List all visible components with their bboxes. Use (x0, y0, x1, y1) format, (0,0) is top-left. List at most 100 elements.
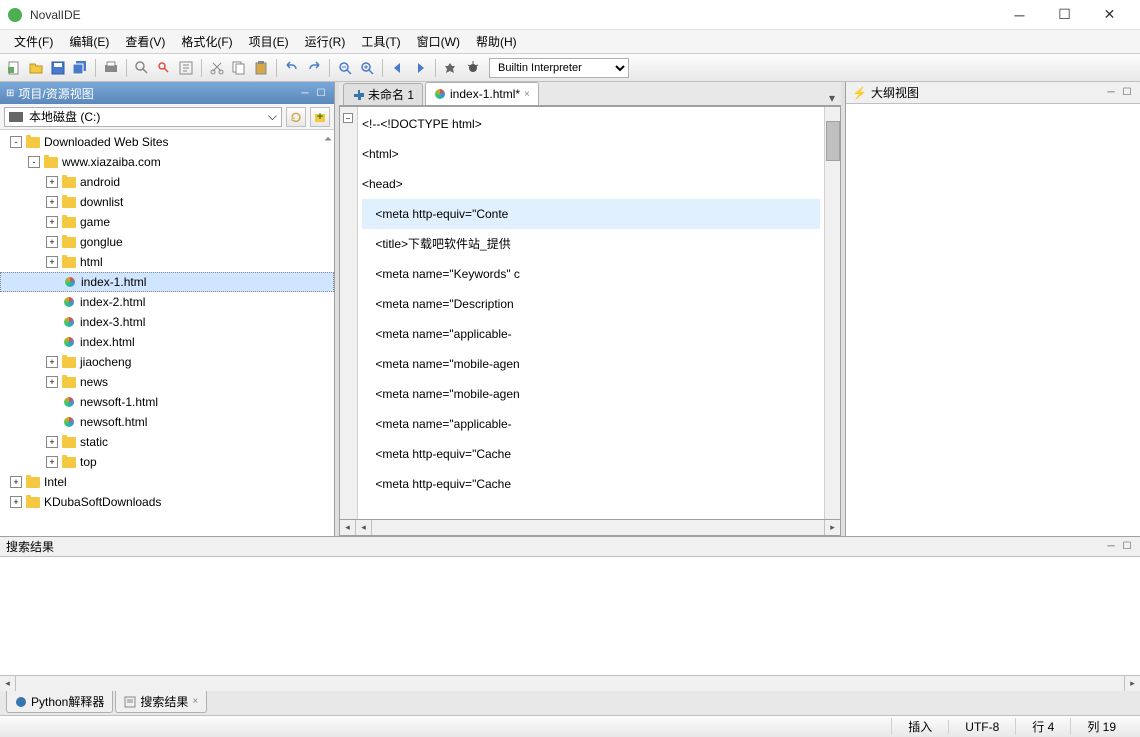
search-minimize-icon[interactable]: ─ (1104, 540, 1118, 554)
tab-close-icon[interactable]: × (524, 89, 530, 100)
search-tab-close-icon[interactable]: × (192, 696, 198, 707)
menu-edit[interactable]: 编辑(E) (61, 31, 117, 52)
tree-toggle-icon[interactable]: + (46, 456, 58, 468)
save-icon[interactable] (48, 58, 68, 78)
add-folder-button[interactable]: + (310, 107, 330, 127)
tree-toggle-icon[interactable]: + (46, 236, 58, 248)
code-line[interactable]: <!--<!DOCTYPE html> (362, 109, 820, 139)
tree-toggle-icon[interactable]: - (10, 136, 22, 148)
tab-search-results[interactable]: 搜索结果 × (115, 691, 207, 713)
tree-item[interactable]: +Intel (0, 472, 334, 492)
tree-item[interactable]: +jiaocheng (0, 352, 334, 372)
menu-help[interactable]: 帮助(H) (468, 31, 525, 52)
vertical-scrollbar[interactable] (824, 107, 840, 519)
nav-back-icon[interactable] (388, 58, 408, 78)
scroll-left-icon[interactable]: ◂ (340, 520, 356, 535)
minimize-button[interactable]: ─ (997, 1, 1042, 29)
outline-minimize-icon[interactable]: ─ (1104, 86, 1118, 100)
tree-toggle-icon[interactable]: + (46, 216, 58, 228)
tree-toggle-icon[interactable]: + (46, 176, 58, 188)
bottom-scrollbar[interactable]: ◂ ▸ (0, 675, 1140, 691)
tree-item[interactable]: -www.xiazaiba.com (0, 152, 334, 172)
tree-item[interactable]: +top (0, 452, 334, 472)
bottom-scroll-left-icon[interactable]: ◂ (0, 676, 16, 691)
bottom-scroll-right-icon[interactable]: ▸ (1124, 676, 1140, 691)
tree-toggle-icon[interactable]: - (28, 156, 40, 168)
find-icon[interactable] (132, 58, 152, 78)
code-line[interactable]: <meta name="mobile-agen (362, 379, 820, 409)
tree-toggle-icon[interactable]: + (10, 476, 22, 488)
tree-item[interactable]: index-1.html (0, 272, 334, 292)
tree-item[interactable]: index-3.html (0, 312, 334, 332)
tree-item[interactable]: +html (0, 252, 334, 272)
debug-icon[interactable] (463, 58, 483, 78)
undo-icon[interactable] (282, 58, 302, 78)
code-line[interactable]: <meta name="mobile-agen (362, 349, 820, 379)
tree-item[interactable]: index-2.html (0, 292, 334, 312)
scroll-right-icon[interactable]: ▸ (824, 520, 840, 535)
tree-item[interactable]: +gonglue (0, 232, 334, 252)
save-all-icon[interactable] (70, 58, 90, 78)
tab-untitled[interactable]: 未命名 1 (343, 83, 423, 105)
outline-maximize-icon[interactable]: ☐ (1120, 86, 1134, 100)
panel-minimize-icon[interactable]: ─ (298, 86, 312, 100)
code-line[interactable]: <meta name="applicable- (362, 319, 820, 349)
maximize-button[interactable]: ☐ (1042, 1, 1087, 29)
tree-item[interactable]: +news (0, 372, 334, 392)
tree-toggle-icon[interactable]: + (46, 356, 58, 368)
code-line[interactable]: <html> (362, 139, 820, 169)
find-in-files-icon[interactable] (154, 58, 174, 78)
menu-format[interactable]: 格式化(F) (173, 31, 240, 52)
print-icon[interactable] (101, 58, 121, 78)
refresh-button[interactable] (286, 107, 306, 127)
zoom-in-icon[interactable] (357, 58, 377, 78)
code-line[interactable]: <meta name="Keywords" c (362, 259, 820, 289)
menu-window[interactable]: 窗口(W) (409, 31, 468, 52)
tree-item[interactable]: -Downloaded Web Sites (0, 132, 334, 152)
tree-item[interactable]: index.html (0, 332, 334, 352)
file-tree[interactable]: ⏶ -Downloaded Web Sites-www.xiazaiba.com… (0, 130, 334, 536)
drive-select[interactable]: 本地磁盘 (C:) ⌵ (4, 107, 282, 127)
tree-toggle-icon[interactable]: + (46, 436, 58, 448)
close-button[interactable]: ✕ (1087, 1, 1132, 29)
code-line[interactable]: <head> (362, 169, 820, 199)
replace-icon[interactable] (176, 58, 196, 78)
gutter[interactable]: − (340, 107, 358, 519)
search-maximize-icon[interactable]: ☐ (1120, 540, 1134, 554)
tabs-dropdown-icon[interactable]: ▾ (823, 91, 841, 105)
tree-toggle-icon[interactable]: + (10, 496, 22, 508)
tree-item[interactable]: +downlist (0, 192, 334, 212)
menu-run[interactable]: 运行(R) (297, 31, 354, 52)
tree-toggle-icon[interactable]: + (46, 196, 58, 208)
fold-icon[interactable]: − (343, 113, 353, 123)
open-file-icon[interactable] (26, 58, 46, 78)
menu-view[interactable]: 查看(V) (117, 31, 173, 52)
tab-index-html[interactable]: index-1.html* × (425, 82, 539, 105)
code-line[interactable]: <meta http-equiv="Cache (362, 439, 820, 469)
menu-project[interactable]: 项目(E) (241, 31, 297, 52)
horizontal-scrollbar[interactable]: ◂ ◂ ▸ (339, 520, 841, 536)
code-line[interactable]: <meta http-equiv="Conte (362, 199, 820, 229)
interpreter-select[interactable]: Builtin Interpreter (489, 58, 629, 78)
nav-forward-icon[interactable] (410, 58, 430, 78)
menu-tools[interactable]: 工具(T) (353, 31, 408, 52)
code-editor[interactable]: <!--<!DOCTYPE html><html><head> <meta ht… (358, 107, 824, 519)
tree-item[interactable]: newsoft-1.html (0, 392, 334, 412)
tree-toggle-icon[interactable]: + (46, 256, 58, 268)
code-line[interactable]: <meta name="applicable- (362, 409, 820, 439)
run-icon[interactable] (441, 58, 461, 78)
code-line[interactable]: <title>下载吧软件站_提供 (362, 229, 820, 259)
tree-item[interactable]: +android (0, 172, 334, 192)
cut-icon[interactable] (207, 58, 227, 78)
redo-icon[interactable] (304, 58, 324, 78)
copy-icon[interactable] (229, 58, 249, 78)
code-line[interactable]: <meta name="Description (362, 289, 820, 319)
menu-file[interactable]: 文件(F) (6, 31, 61, 52)
tree-item[interactable]: newsoft.html (0, 412, 334, 432)
tree-item[interactable]: +KDubaSoftDownloads (0, 492, 334, 512)
tab-python-interpreter[interactable]: Python解释器 (6, 691, 113, 713)
tree-item[interactable]: +static (0, 432, 334, 452)
code-line[interactable]: <meta http-equiv="Cache (362, 469, 820, 499)
scroll-left2-icon[interactable]: ◂ (356, 520, 372, 535)
panel-maximize-icon[interactable]: ☐ (314, 86, 328, 100)
